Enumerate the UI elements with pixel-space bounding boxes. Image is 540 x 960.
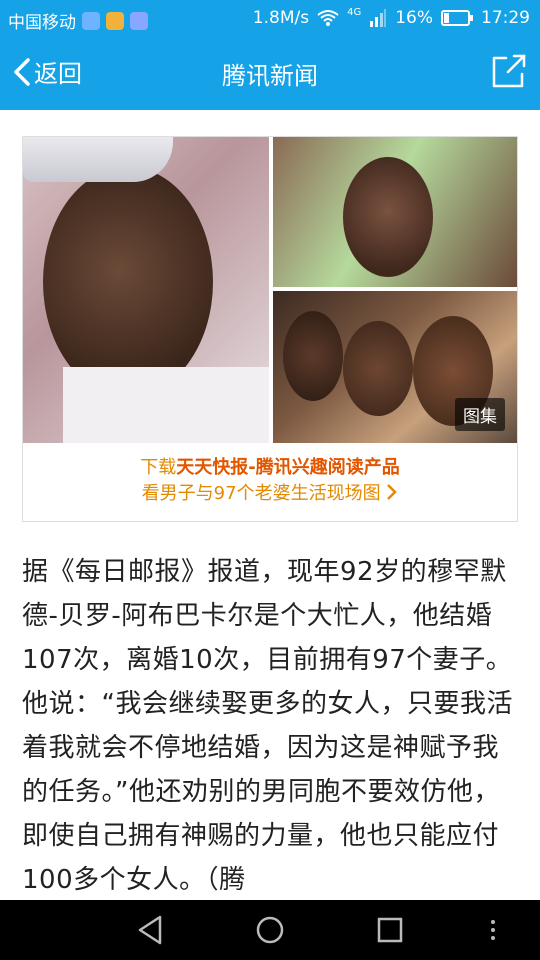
page-title: 腾讯新闻 [222, 62, 318, 90]
promo-banner[interactable]: 下载天天快报-腾讯兴趣阅读产品 看男子与97个老婆生活现场图 [23, 455, 517, 507]
article-content[interactable]: 图集 下载天天快报-腾讯兴趣阅读产品 看男子与97个老婆生活现场图 据《每日邮报… [0, 110, 540, 900]
gallery-image-main[interactable] [23, 137, 269, 443]
promo-prefix: 下载 [140, 457, 177, 478]
clock: 17:29 [481, 8, 530, 28]
photo-gallery-card[interactable]: 图集 下载天天快报-腾讯兴趣阅读产品 看男子与97个老婆生活现场图 [22, 136, 518, 522]
share-icon[interactable] [490, 52, 528, 90]
battery-icon [441, 10, 473, 26]
network-speed: 1.8M/s [252, 8, 310, 28]
recents-square-icon[interactable] [376, 914, 404, 946]
gallery-image-bottom-right[interactable]: 图集 [273, 291, 517, 443]
article-body: 据《每日邮报》报道，现年92岁的穆罕默德-贝罗-阿布巴卡尔是个大忙人，他结婚10… [22, 557, 513, 895]
carrier-label: 中国移动 [8, 13, 76, 33]
wifi-icon [317, 10, 339, 26]
gallery-badge: 图集 [455, 398, 505, 431]
notification-icon-2 [106, 11, 124, 30]
status-bar: 中国移动 1.8M/s 4G 16% 17:29 [0, 0, 540, 36]
app-header: 返回 腾讯新闻 [0, 36, 540, 110]
notification-icon-3 [130, 11, 148, 30]
promo-link-text: 看男子与97个老婆生活现场图 [141, 483, 381, 504]
gallery-image-top-right[interactable] [273, 137, 517, 287]
promo-line-1: 下载天天快报-腾讯兴趣阅读产品 [23, 455, 517, 481]
promo-highlight: 天天快报-腾讯兴趣阅读产品 [176, 457, 400, 478]
chevron-right-icon [387, 484, 398, 500]
network-type: 4G [347, 6, 362, 18]
system-navigation-bar [0, 900, 540, 960]
battery-percent: 16% [395, 8, 433, 28]
notification-icon-1 [82, 11, 100, 30]
more-vertical-icon[interactable] [488, 914, 498, 946]
signal-icon [370, 9, 387, 27]
back-triangle-icon[interactable] [136, 914, 164, 946]
home-circle-icon[interactable] [255, 914, 285, 946]
promo-line-2: 看男子与97个老婆生活现场图 [23, 481, 517, 507]
